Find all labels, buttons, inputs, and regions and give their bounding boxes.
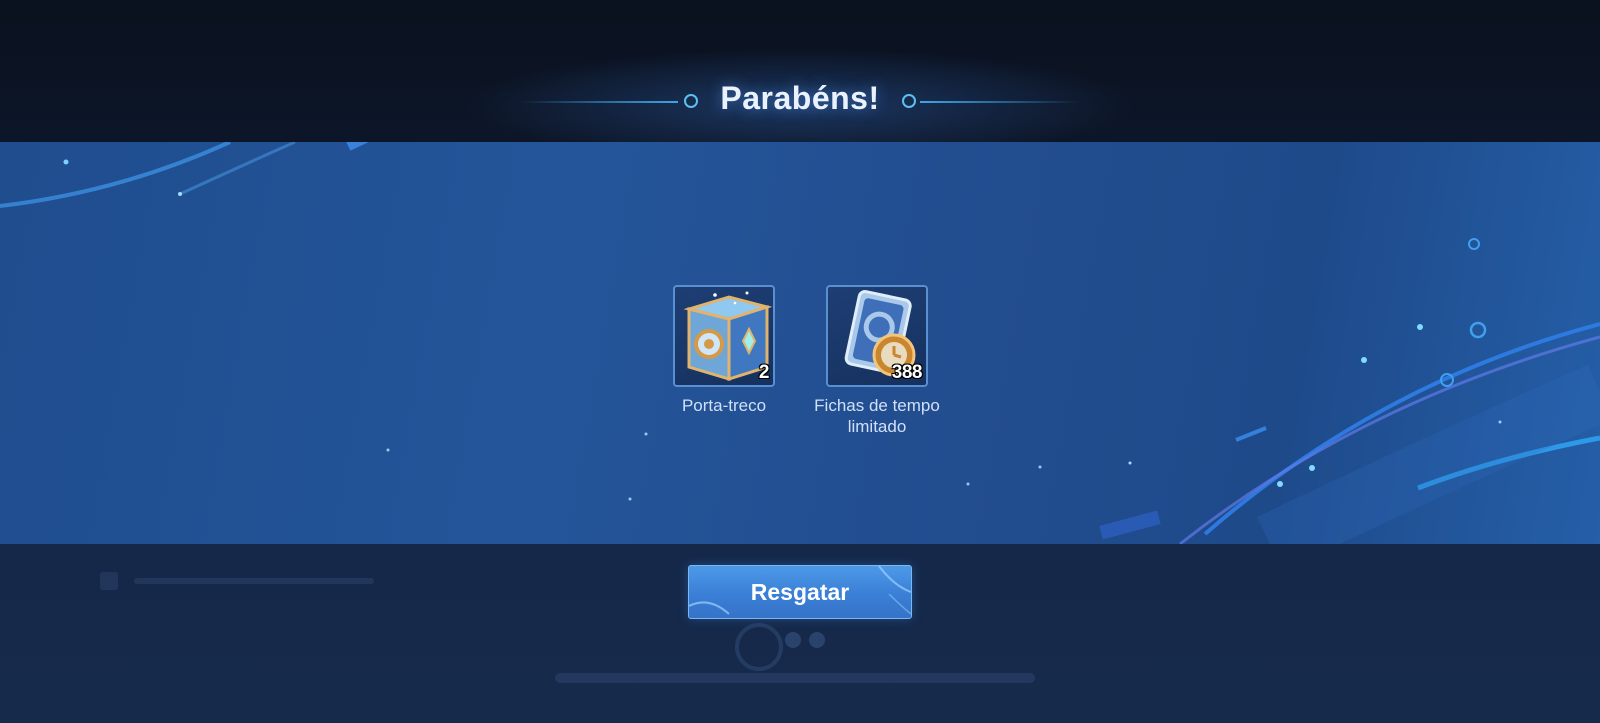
title-decoration-right xyxy=(920,101,1080,103)
background-text xyxy=(555,673,1035,683)
reward-band: 2 Porta-treco 388 Fichas de tempo limita… xyxy=(0,142,1600,544)
background-dots xyxy=(785,632,855,650)
reward-quantity: 2 xyxy=(758,362,770,383)
reward-item[interactable]: 388 Fichas de tempo limitado xyxy=(807,285,947,437)
reward-item[interactable]: 2 Porta-treco xyxy=(654,285,794,416)
claim-button-label: Resgatar xyxy=(750,579,850,605)
reward-popup-screen: Parabéns! 2 Porta-treco 388 Fichas de te… xyxy=(0,0,1600,723)
popup-header: Parabéns! xyxy=(0,0,1600,142)
reward-label: Porta-treco xyxy=(681,396,767,415)
claim-button[interactable]: Resgatar xyxy=(688,565,912,619)
title-ring-right-icon xyxy=(902,94,916,108)
band-effects xyxy=(0,142,1600,544)
reward-quantity: 388 xyxy=(891,362,923,383)
background-list-row xyxy=(100,570,380,590)
reward-label: Fichas de tempo limitado xyxy=(814,396,940,436)
reward-icon-frame: 2 xyxy=(673,285,775,387)
reward-icon-frame: 388 xyxy=(826,285,928,387)
popup-title: Parabéns! xyxy=(720,80,880,116)
background-avatar xyxy=(735,623,783,671)
